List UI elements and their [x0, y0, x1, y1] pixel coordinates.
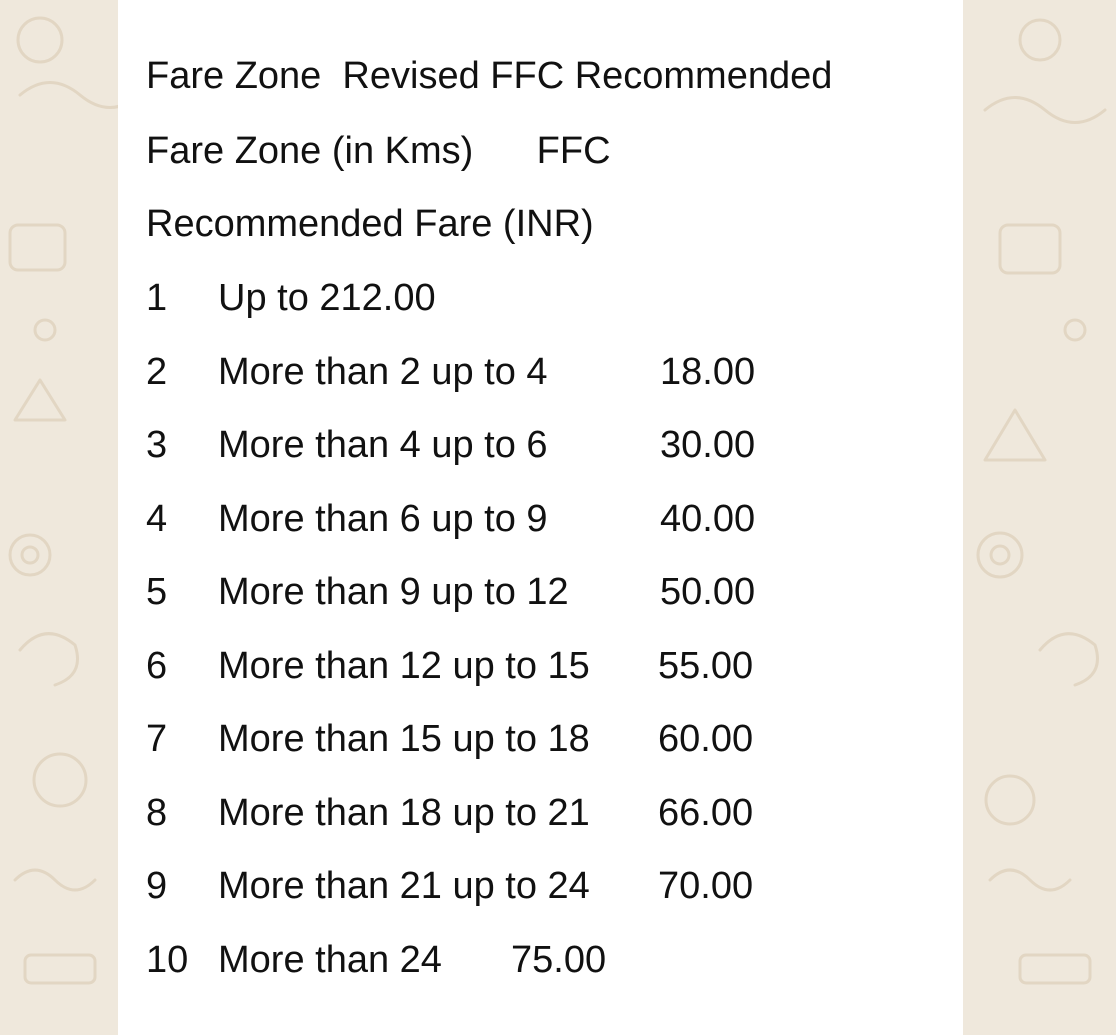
zone-range: More than 9 up to 12: [218, 571, 569, 613]
doodle-box-icon: [8, 223, 67, 272]
zone-fare: 18.00: [660, 351, 756, 393]
doodle-circle-icon: [1018, 18, 1062, 62]
zone-range: More than 6 up to 9: [218, 498, 548, 540]
doodle-globe-icon: [984, 774, 1036, 826]
zone-number: 7: [146, 718, 168, 760]
doodle-dot-icon: [33, 318, 57, 342]
zone-fare: 30.00: [660, 424, 756, 466]
doodle-tree-icon: [13, 378, 67, 422]
doodle-tree-icon: [983, 408, 1047, 462]
zone-range: Up to 212.00: [218, 277, 436, 319]
zone-number: 9: [146, 865, 168, 907]
zone-fare: 55.00: [658, 645, 754, 687]
zone-fare: 70.00: [658, 865, 754, 907]
zone-range: More than 21 up to 24: [218, 865, 590, 907]
zone-range: More than 15 up to 18: [218, 718, 590, 760]
doodle-ticket-icon: [1018, 953, 1092, 985]
doodle-box-icon: [998, 223, 1062, 275]
zone-number: 5: [146, 571, 168, 613]
doodle-shell-icon: [18, 632, 79, 687]
zone-number: 4: [146, 498, 168, 540]
zone-fare: 66.00: [658, 792, 754, 834]
zone-number: 3: [146, 424, 168, 466]
zone-range: More than 18 up to 21: [218, 792, 590, 834]
zone-fare: 60.00: [658, 718, 754, 760]
zone-number: 1: [146, 277, 168, 319]
zone-fare: 75.00: [511, 939, 607, 981]
header-line-1: Fare Zone Revised FFC Recommended: [146, 55, 833, 97]
header-line-2: Fare Zone (in Kms) FFC: [146, 130, 611, 172]
zone-range: More than 4 up to 6: [218, 424, 548, 466]
zone-fare: 40.00: [660, 498, 756, 540]
message-bubble[interactable]: Fare Zone Revised FFC Recommended Fare Z…: [118, 0, 963, 1035]
doodle-circle-icon: [16, 16, 64, 64]
zone-range: More than 12 up to 15: [218, 645, 590, 687]
doodle-ticket-icon: [23, 953, 97, 985]
zone-number: 6: [146, 645, 168, 687]
zone-fare: 50.00: [660, 571, 756, 613]
zone-range: More than 24: [218, 939, 442, 981]
doodle-globe-icon: [32, 752, 88, 808]
zone-number: 10: [146, 939, 189, 981]
zone-number: 2: [146, 351, 168, 393]
header-line-3: Recommended Fare (INR): [146, 203, 594, 245]
doodle-target-icon: [976, 531, 1024, 579]
zone-range: More than 2 up to 4: [218, 351, 548, 393]
zone-number: 8: [146, 792, 168, 834]
doodle-target-icon: [8, 533, 52, 577]
